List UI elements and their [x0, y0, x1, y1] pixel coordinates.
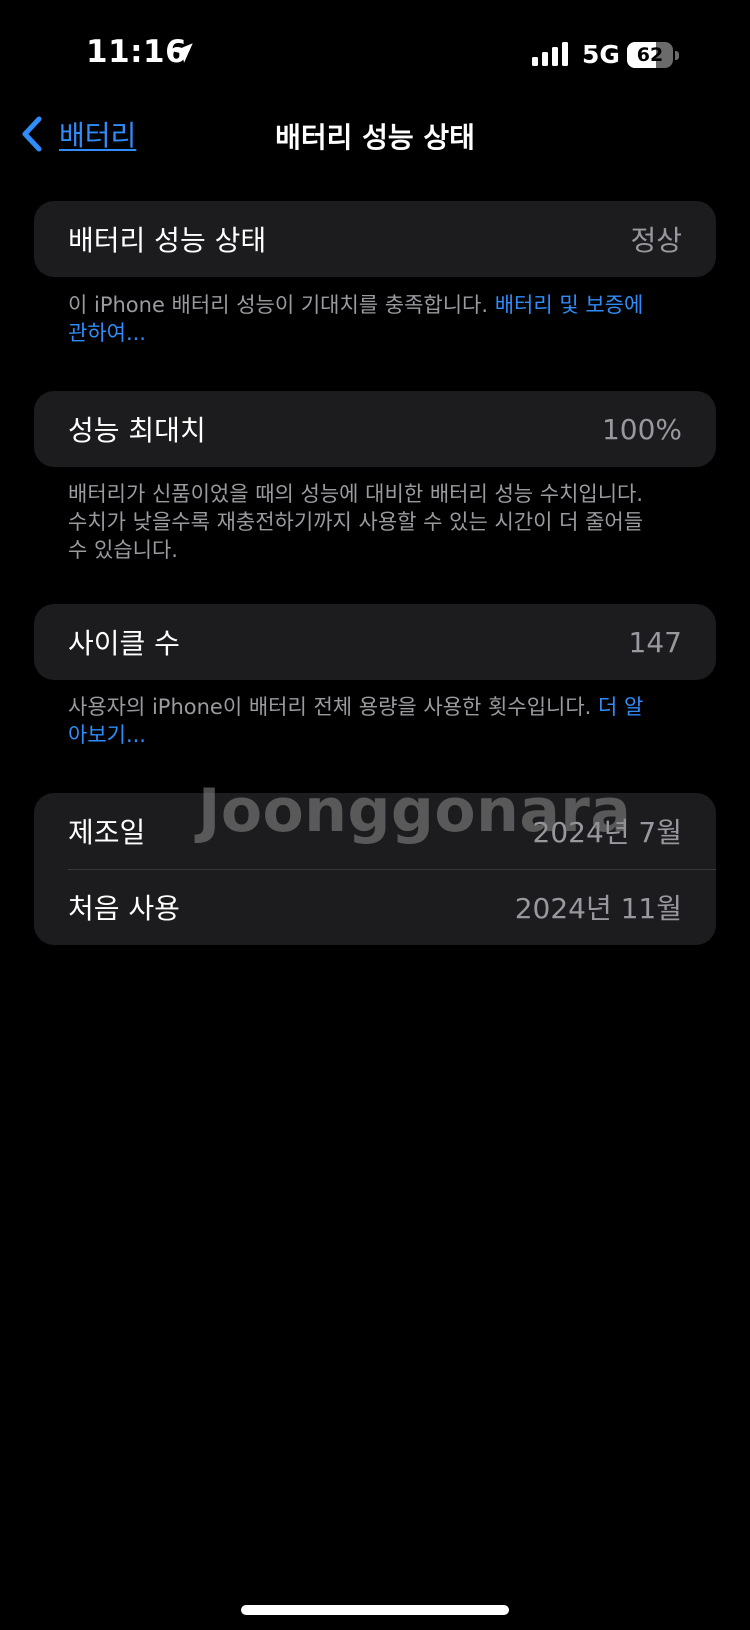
maximum-capacity-footnote: 배터리가 신품이었을 때의 성능에 대비한 배터리 성능 수치입니다. 수치가 … — [68, 480, 658, 564]
battery-icon: 62 — [627, 42, 679, 68]
battery-health-footnote-text: 이 iPhone 배터리 성능이 기대치를 충족합니다. — [68, 293, 495, 317]
battery-health-label: 배터리 성능 상태 — [68, 224, 267, 257]
cellular-signal-icon — [532, 42, 568, 66]
location-arrow-icon — [173, 43, 193, 63]
maximum-capacity-value: 100% — [601, 412, 682, 446]
battery-dates-card: 제조일 2024년 7월 처음 사용 2024년 11월 — [34, 793, 716, 945]
row-divider — [68, 869, 716, 870]
manufacture-date-value: 2024년 7월 — [532, 816, 683, 849]
cycle-count-card: 사이클 수 147 — [34, 604, 716, 680]
network-type-label: 5G — [582, 40, 620, 69]
battery-health-card: 배터리 성능 상태 정상 — [34, 201, 716, 277]
cycle-count-row: 사이클 수 147 — [34, 604, 716, 680]
status-bar: 11:16 5G 62 — [0, 0, 750, 100]
cycle-count-footnote-text: 사용자의 iPhone이 배터리 전체 용량을 사용한 횟수입니다. — [68, 695, 599, 719]
battery-body: 62 — [627, 42, 673, 68]
cycle-count-footnote: 사용자의 iPhone이 배터리 전체 용량을 사용한 횟수입니다. 더 알아보… — [68, 693, 658, 749]
page-title: 배터리 성능 상태 — [275, 121, 475, 154]
home-indicator[interactable] — [241, 1605, 509, 1615]
cycle-count-label: 사이클 수 — [68, 627, 180, 660]
first-use-row: 처음 사용 2024년 11월 — [34, 869, 716, 945]
battery-health-footnote: 이 iPhone 배터리 성능이 기대치를 충족합니다. 배터리 및 보증에 관… — [68, 291, 658, 347]
battery-cap — [675, 51, 679, 60]
maximum-capacity-footnote-text: 배터리가 신품이었을 때의 성능에 대비한 배터리 성능 수치입니다. 수치가 … — [68, 482, 644, 562]
first-use-value: 2024년 11월 — [514, 892, 682, 925]
battery-health-row: 배터리 성능 상태 정상 — [34, 201, 716, 277]
navigation-bar: 배터리 배터리 성능 상태 — [0, 100, 750, 166]
maximum-capacity-row: 성능 최대치 100% — [34, 391, 716, 467]
manufacture-date-row: 제조일 2024년 7월 — [34, 793, 716, 869]
cycle-count-value: 147 — [628, 625, 682, 659]
battery-level: 62 — [636, 44, 664, 66]
maximum-capacity-label: 성능 최대치 — [68, 414, 206, 447]
manufacture-date-label: 제조일 — [68, 816, 146, 849]
maximum-capacity-card: 성능 최대치 100% — [34, 391, 716, 467]
battery-health-value: 정상 — [630, 224, 682, 257]
first-use-label: 처음 사용 — [68, 892, 180, 925]
